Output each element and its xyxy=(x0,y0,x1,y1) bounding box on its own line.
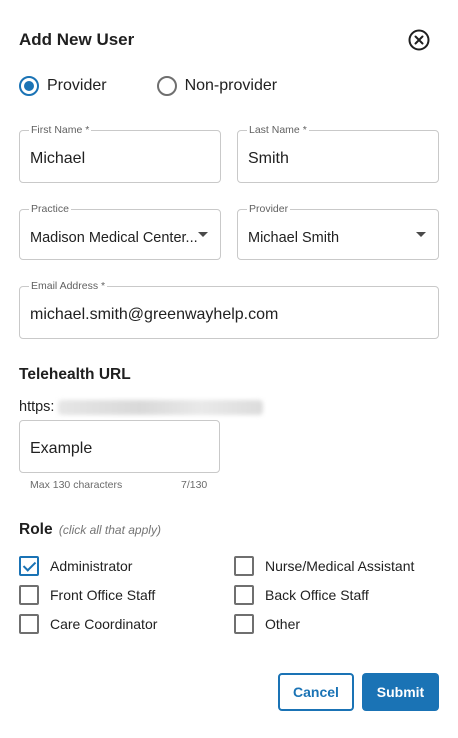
practice-label: Practice xyxy=(29,203,71,215)
radio-non-provider-label: Non-provider xyxy=(184,77,278,94)
role-label-nurse: Nurse/Medical Assistant xyxy=(265,558,415,574)
last-name-label: Last Name * xyxy=(247,124,309,136)
email-value[interactable]: michael.smith@greenwayhelp.com xyxy=(30,306,278,324)
role-checkbox-back-office[interactable]: Back Office Staff xyxy=(234,585,369,605)
redacted-url xyxy=(58,400,263,415)
close-icon[interactable] xyxy=(408,29,430,51)
submit-button[interactable]: Submit xyxy=(362,673,439,711)
radio-selected-icon[interactable] xyxy=(19,76,39,96)
checkbox-icon[interactable] xyxy=(19,585,39,605)
telehealth-title: Telehealth URL xyxy=(19,366,131,383)
radio-non-provider[interactable]: Non-provider xyxy=(156,76,278,96)
first-name-value[interactable]: Michael xyxy=(30,150,85,168)
checkbox-icon[interactable] xyxy=(234,614,254,634)
role-label-front-office: Front Office Staff xyxy=(50,587,156,603)
role-label-administrator: Administrator xyxy=(50,558,133,574)
provider-value[interactable]: Michael Smith xyxy=(248,230,339,246)
last-name-field[interactable]: Last Name * Smith xyxy=(237,124,439,183)
role-label-care-coordinator: Care Coordinator xyxy=(50,616,158,632)
user-type-radio-group: Provider Non-provider xyxy=(19,76,277,96)
checkbox-icon[interactable] xyxy=(19,614,39,634)
telehealth-url-value[interactable]: Example xyxy=(30,440,92,458)
first-name-field[interactable]: First Name * Michael xyxy=(19,124,221,183)
role-title: Role (click all that apply) xyxy=(19,521,161,539)
max-characters-helper: Max 130 characters xyxy=(30,479,123,491)
character-counter: 7/130 xyxy=(181,479,208,491)
dialog-title: Add New User xyxy=(19,30,135,49)
first-name-label: First Name * xyxy=(29,124,92,136)
checkbox-checked-icon[interactable] xyxy=(19,556,39,576)
radio-unselected-icon[interactable] xyxy=(156,76,177,96)
radio-provider[interactable]: Provider xyxy=(19,76,107,96)
role-checkbox-other[interactable]: Other xyxy=(234,614,300,634)
chevron-down-icon[interactable] xyxy=(198,232,208,237)
email-field[interactable]: Email Address * michael.smith@greenwayhe… xyxy=(19,280,439,339)
role-checkbox-care-coordinator[interactable]: Care Coordinator xyxy=(19,614,157,634)
checkbox-icon[interactable] xyxy=(234,556,254,576)
radio-provider-label: Provider xyxy=(47,77,107,94)
role-title-text: Role xyxy=(19,521,53,538)
role-checkbox-front-office[interactable]: Front Office Staff xyxy=(19,585,155,605)
practice-value[interactable]: Madison Medical Center... xyxy=(30,230,198,246)
chevron-down-icon[interactable] xyxy=(416,232,426,237)
telehealth-url-input[interactable]: Example xyxy=(19,420,220,473)
role-checkbox-administrator[interactable]: Administrator xyxy=(19,556,132,576)
provider-select[interactable]: Provider Michael Smith xyxy=(237,203,439,260)
practice-select[interactable]: Practice Madison Medical Center... xyxy=(19,203,221,260)
email-label: Email Address * xyxy=(29,280,108,292)
role-label-back-office: Back Office Staff xyxy=(265,587,369,603)
role-label-other: Other xyxy=(265,616,301,632)
role-checkbox-nurse[interactable]: Nurse/Medical Assistant xyxy=(234,556,414,576)
url-prefix: https: xyxy=(19,399,55,415)
provider-label: Provider xyxy=(247,203,291,215)
checkbox-icon[interactable] xyxy=(234,585,254,605)
cancel-button[interactable]: Cancel xyxy=(278,673,354,711)
last-name-value[interactable]: Smith xyxy=(248,150,289,168)
role-hint: (click all that apply) xyxy=(58,523,161,537)
